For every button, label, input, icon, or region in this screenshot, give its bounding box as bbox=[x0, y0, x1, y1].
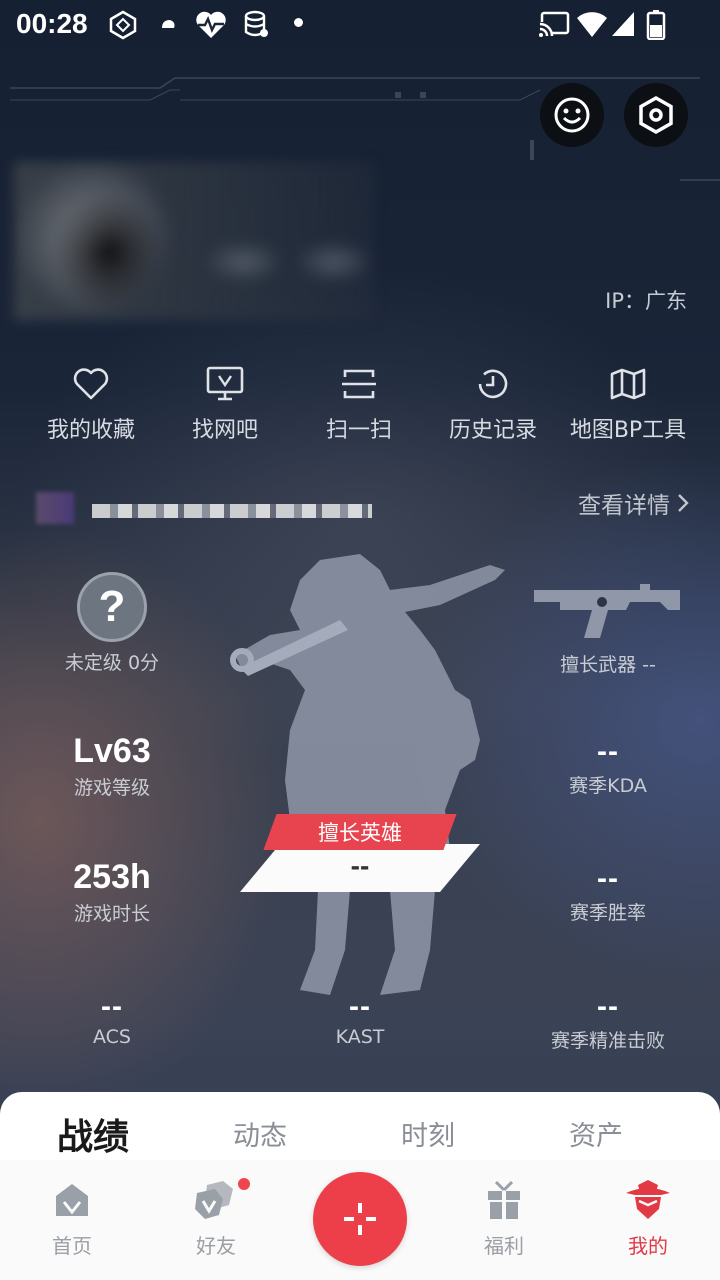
map-icon bbox=[610, 368, 646, 400]
acs-value: -- bbox=[101, 990, 123, 1023]
rank-label: 未定级 0分 bbox=[64, 652, 160, 674]
level-value: Lv63 bbox=[73, 732, 151, 770]
settings-button[interactable] bbox=[624, 83, 688, 147]
status-time: 00:28 bbox=[16, 8, 88, 39]
nav-friends[interactable]: 好友 bbox=[156, 1178, 276, 1259]
precision-value: -- bbox=[597, 990, 619, 1023]
heartbeat-icon bbox=[196, 11, 226, 38]
playtime-stat: 253h 游戏时长 bbox=[12, 858, 212, 926]
precision-label: 赛季精准击败 bbox=[550, 1030, 665, 1052]
heart-icon bbox=[73, 368, 109, 400]
kda-stat: -- 赛季KDA bbox=[508, 735, 708, 798]
battery-icon bbox=[646, 10, 666, 40]
smile-icon bbox=[554, 97, 590, 133]
tab-record[interactable]: 战绩 bbox=[13, 1108, 173, 1160]
nav-label: 福利 bbox=[484, 1234, 524, 1258]
plus-icon bbox=[344, 1203, 376, 1235]
menu-item-netcafe[interactable]: 找网吧 bbox=[155, 362, 295, 444]
playtime-value: 253h bbox=[73, 858, 151, 896]
level-label: 游戏等级 bbox=[73, 777, 150, 799]
weapon-icon bbox=[534, 584, 680, 638]
menu-label: 扫一扫 bbox=[325, 418, 392, 443]
create-button[interactable] bbox=[313, 1172, 407, 1266]
view-details-label: 查看详情 bbox=[578, 493, 670, 519]
hero-tag-label: 擅长英雄 bbox=[318, 821, 402, 845]
menu-item-scan[interactable]: 扫一扫 bbox=[289, 362, 429, 444]
winrate-value: -- bbox=[597, 862, 619, 895]
unranked-icon: ? bbox=[77, 572, 147, 642]
scan-icon bbox=[342, 369, 376, 399]
kast-value: -- bbox=[349, 990, 371, 1023]
tab-assets[interactable]: 资产 bbox=[516, 1114, 676, 1153]
emoji-button[interactable] bbox=[540, 83, 604, 147]
acs-label: ACS bbox=[93, 1026, 131, 1048]
nav-label: 我的 bbox=[628, 1234, 668, 1258]
rank-stat[interactable]: ? 未定级 0分 bbox=[12, 572, 212, 675]
level-stat: Lv63 游戏等级 bbox=[12, 732, 212, 800]
nav-gifts[interactable]: 福利 bbox=[444, 1178, 564, 1259]
kda-label: 赛季KDA bbox=[569, 775, 647, 797]
view-details-link[interactable]: 查看详情 bbox=[578, 486, 690, 520]
winrate-stat: -- 赛季胜率 bbox=[508, 862, 708, 925]
nav-me[interactable]: 我的 bbox=[588, 1178, 708, 1259]
hero-plate: -- bbox=[240, 844, 480, 892]
playtime-label: 游戏时长 bbox=[73, 903, 150, 925]
home-icon bbox=[56, 1184, 88, 1216]
menu-item-favorites[interactable]: 我的收藏 bbox=[21, 362, 161, 444]
nav-label: 好友 bbox=[196, 1234, 236, 1258]
agent-icon bbox=[626, 1180, 670, 1219]
wifi-icon bbox=[577, 12, 607, 38]
menu-label: 地图BP工具 bbox=[569, 418, 687, 443]
quick-menu: 我的收藏 找网吧 扫一扫 历史记录 地图BP工具 bbox=[0, 362, 720, 452]
notification-badge bbox=[236, 1176, 252, 1192]
agent-silhouette bbox=[230, 554, 505, 995]
weapon-label: 擅长武器 -- bbox=[560, 654, 656, 676]
menu-item-map-bp[interactable]: 地图BP工具 bbox=[558, 362, 698, 444]
winrate-label: 赛季胜率 bbox=[569, 902, 646, 924]
cast-icon bbox=[538, 11, 570, 38]
kast-label: KAST bbox=[335, 1026, 385, 1048]
sync-icon bbox=[109, 10, 137, 40]
avatar[interactable] bbox=[14, 162, 374, 320]
tab-moments[interactable]: 时刻 bbox=[348, 1114, 508, 1153]
menu-label: 找网吧 bbox=[191, 418, 258, 443]
kast-stat: -- KAST bbox=[260, 990, 460, 1048]
weapon-stat[interactable]: 擅长武器 -- bbox=[508, 648, 708, 677]
friends-icon bbox=[195, 1181, 233, 1219]
chevron-right-icon bbox=[678, 494, 689, 512]
weather-icon bbox=[162, 20, 175, 28]
settings-hex-icon bbox=[639, 95, 673, 135]
status-bar: 00:28 bbox=[0, 0, 720, 50]
nav-home[interactable]: 首页 bbox=[12, 1178, 132, 1259]
ip-location: IP：广东 bbox=[605, 289, 687, 313]
menu-label: 我的收藏 bbox=[46, 418, 135, 443]
tab-bar: 战绩 动态 时刻 资产 bbox=[0, 1092, 720, 1162]
history-icon bbox=[478, 369, 508, 399]
dot-icon bbox=[294, 18, 303, 27]
player-name-obscured bbox=[36, 490, 376, 526]
hero-value: -- bbox=[350, 850, 370, 881]
gift-icon bbox=[488, 1180, 520, 1219]
menu-label: 历史记录 bbox=[448, 418, 537, 443]
acs-stat: -- ACS bbox=[12, 990, 212, 1048]
best-hero-card[interactable]: -- 擅长英雄 bbox=[240, 814, 480, 894]
precision-stat: -- 赛季精准击败 bbox=[508, 990, 708, 1053]
database-icon bbox=[244, 10, 268, 37]
signal-icon bbox=[612, 12, 634, 36]
kda-value: -- bbox=[597, 735, 619, 768]
tab-feed[interactable]: 动态 bbox=[180, 1114, 340, 1153]
menu-item-history[interactable]: 历史记录 bbox=[423, 362, 563, 444]
nav-label: 首页 bbox=[52, 1234, 92, 1258]
hero-tag: 擅长英雄 bbox=[263, 814, 457, 850]
monitor-icon bbox=[206, 366, 244, 401]
